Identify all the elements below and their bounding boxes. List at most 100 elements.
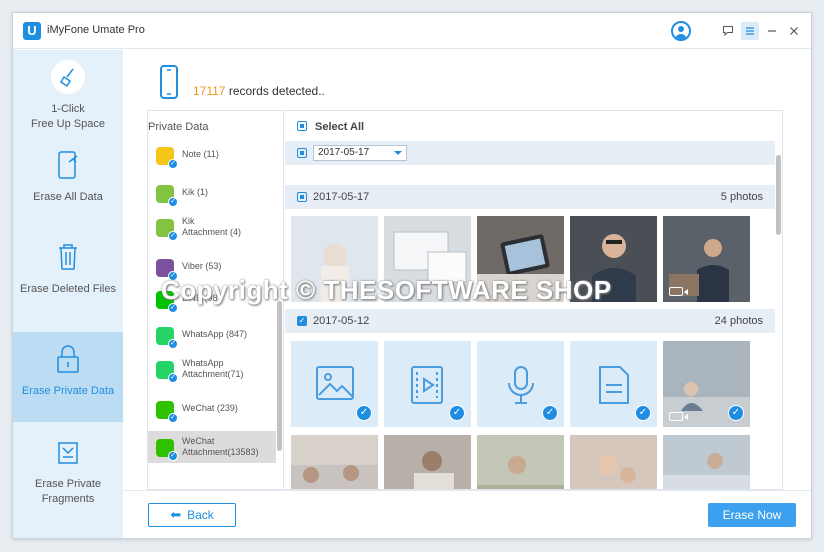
group-checkbox[interactable] [297,192,307,202]
photo-panel: Select All 2017-05-17 2017-05-17 5 photo… [285,111,782,489]
check-icon[interactable]: ✓ [449,405,465,421]
sidebar-item-label: Erase Private Fragments [34,478,102,505]
group-count: 5 photos [720,191,763,203]
group-checkbox[interactable]: ✓ [297,316,307,326]
category-scrollbar[interactable] [277,301,282,451]
sidebar-item-label: Erase Deleted Files [20,283,116,295]
whatsapp-icon: ✓ [156,361,178,383]
title-bar: U iMyFone Umate Pro [13,13,811,49]
video-badge-icon [669,412,688,421]
date-filter-select[interactable]: 2017-05-17 [313,145,407,161]
sidebar-item-erase-deleted-files[interactable]: Erase Deleted Files [13,240,123,320]
erase-now-button[interactable]: Erase Now [708,503,796,527]
photo-image [477,435,564,489]
close-icon[interactable] [785,22,803,40]
photo-image [291,435,378,489]
category-heading: Private Data [148,121,209,133]
check-icon[interactable]: ✓ [635,405,651,421]
check-icon[interactable]: ✓ [728,405,744,421]
photo-thumbnail[interactable] [291,216,378,302]
category-note[interactable]: ✓ Note (11) [148,139,276,173]
photo-thumbnail[interactable] [570,435,657,489]
sidebar-item-free-up-space[interactable]: 1-Click Free Up Space [13,60,123,140]
category-label: Note (11) [182,149,219,159]
category-wechat-attachment[interactable]: ✓ WeChat Attachment(13583) [148,431,276,463]
viber-icon: ✓ [156,259,178,281]
account-avatar-icon[interactable] [671,21,691,41]
photo-image [570,216,657,302]
records-count: 17117 [193,84,226,98]
photo-image [477,216,564,302]
image-file-tile[interactable]: ✓ [291,341,378,427]
photo-thumbnail[interactable] [477,435,564,489]
check-icon: ✓ [168,339,178,349]
records-detected: 17117 records detected.. [193,84,325,98]
trash-icon [51,240,85,274]
feedback-icon[interactable] [719,22,737,40]
minimize-icon[interactable] [763,22,781,40]
photo-thumbnail[interactable] [570,216,657,302]
select-all-label: Select All [315,121,365,133]
back-arrow-icon: ⬅ [170,507,182,522]
photo-thumbnail[interactable] [663,435,750,489]
category-label: WeChat Attachment(13583) [182,436,259,457]
date-filter-bar: 2017-05-17 [285,141,775,165]
category-viber[interactable]: ✓ Viber (53) [148,251,276,285]
window-controls [671,21,803,41]
footer: ⬅ Back Erase Now [123,490,811,538]
category-kik-attachment[interactable]: ✓ Kik Attachment (4) [148,211,276,245]
wechat-icon: ✓ [156,401,178,423]
category-label: Viber (53) [182,261,222,271]
lock-icon [51,342,85,376]
category-whatsapp[interactable]: ✓ WhatsApp (847) [148,319,276,353]
sidebar-item-erase-all-data[interactable]: Erase All Data [13,148,123,228]
category-wechat[interactable]: ✓ WeChat (239) [148,393,276,427]
kik-icon: ✓ [156,185,178,207]
results-panel: Private Data ✓ Note (11) ✓ Kik (1) ✓ Kik… [147,110,783,490]
photo-scrollbar[interactable] [776,155,781,235]
group-date: 2017-05-12 [313,315,370,327]
category-kik[interactable]: ✓ Kik (1) [148,177,276,211]
video-icon [411,366,443,404]
check-icon[interactable]: ✓ [356,405,372,421]
sidebar-item-erase-private-fragments[interactable]: Erase Private Fragments [13,435,123,525]
back-button[interactable]: ⬅ Back [148,503,236,527]
sidebar-item-label: 1-Click Free Up Space [31,103,105,130]
group-date: 2017-05-17 [313,191,370,203]
select-all[interactable]: Select All [297,121,364,133]
photo-thumbnail[interactable] [384,216,471,302]
photo-thumbnail[interactable]: ✓ [663,341,750,427]
category-list: Private Data ✓ Note (11) ✓ Kik (1) ✓ Kik… [148,111,284,489]
check-icon: ✓ [168,413,178,423]
document-file-tile[interactable]: ✓ [570,341,657,427]
photo-thumbnail[interactable] [663,216,750,302]
check-icon: ✓ [168,451,178,461]
category-label: WeChat (239) [182,403,238,413]
check-icon: ✓ [168,271,178,281]
audio-file-tile[interactable]: ✓ [477,341,564,427]
check-icon[interactable]: ✓ [542,405,558,421]
date-filter-checkbox[interactable] [297,148,307,158]
photo-thumbnail[interactable] [291,435,378,489]
photo-image [384,435,471,489]
select-all-checkbox[interactable] [297,121,307,131]
sidebar: 1-Click Free Up Space Erase All Data Era… [13,50,123,538]
whatsapp-icon: ✓ [156,327,178,349]
video-file-tile[interactable]: ✓ [384,341,471,427]
category-label: WhatsApp Attachment(71) [182,358,244,379]
check-icon: ✓ [168,303,178,313]
photo-thumbnail[interactable] [384,435,471,489]
check-icon: ✓ [168,373,178,383]
note-icon: ✓ [156,147,178,169]
category-whatsapp-attachment[interactable]: ✓ WhatsApp Attachment(71) [148,353,276,387]
category-label: Kik Attachment (4) [182,216,242,237]
fragments-icon [51,435,85,469]
menu-icon[interactable] [741,22,759,40]
category-label: LINE (98) [182,293,221,303]
category-line[interactable]: ✓ LINE (98) [148,283,276,317]
check-icon: ✓ [168,159,178,169]
photo-thumbnail[interactable] [477,216,564,302]
sidebar-item-label: Erase Private Data [21,385,115,397]
sidebar-item-erase-private-data[interactable]: Erase Private Data [13,332,123,422]
category-label: WhatsApp (847) [182,329,248,339]
